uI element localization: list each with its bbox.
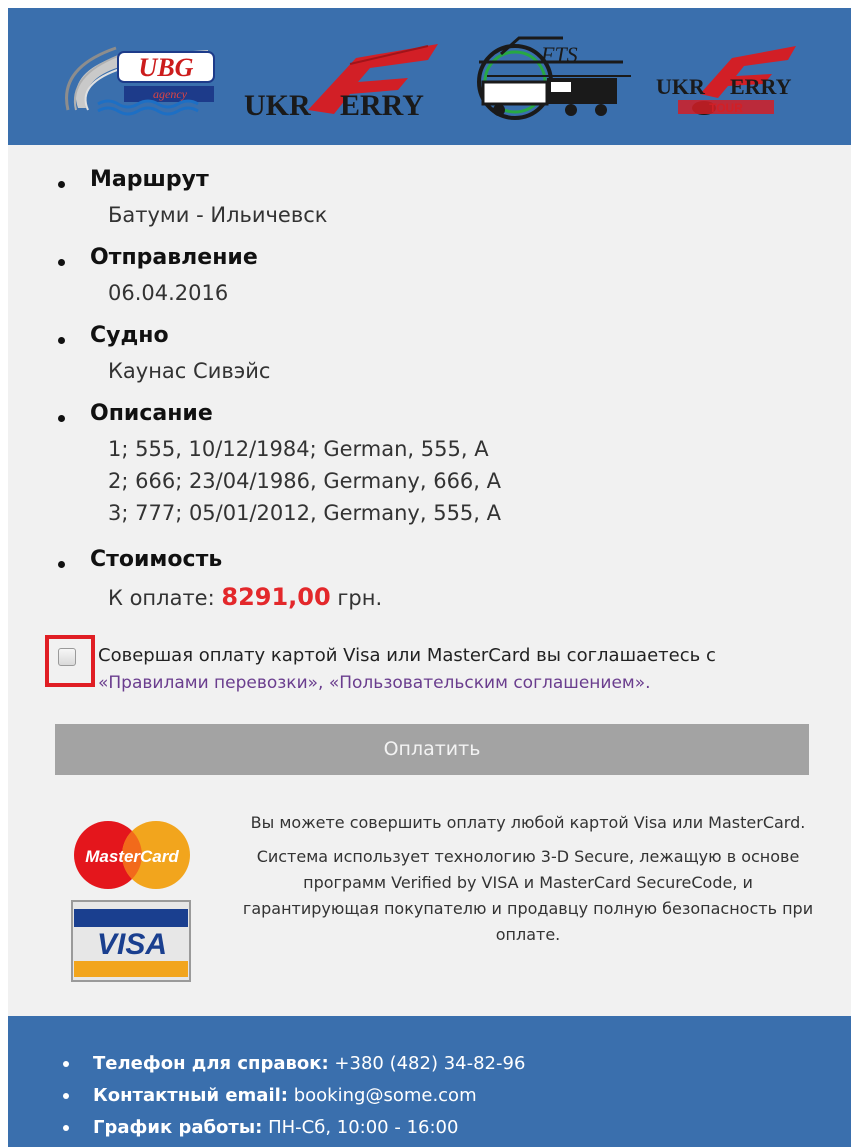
ukrferry-text: UKR (244, 89, 311, 120)
route-title: Маршрут (90, 167, 209, 192)
bullet (58, 259, 65, 266)
phone-value[interactable]: +380 (482) 34-82-96 (334, 1053, 525, 1074)
ukrferry-tour-logo[interactable]: UKR ERRY TOUR (648, 36, 808, 118)
card-logos: MasterCard VISA (68, 815, 198, 985)
description-line-2: 2; 666; 23/04/1986, Germany, 666, A (108, 469, 502, 493)
fts-text: FTS (540, 42, 578, 67)
mastercard-icon: MasterCard (74, 821, 190, 889)
phone-label: Телефон для справок: (93, 1053, 329, 1074)
departure-title: Отправление (90, 245, 258, 270)
svg-text:ERRY: ERRY (730, 74, 792, 99)
vessel-title: Судно (90, 323, 169, 348)
ubg-text: UBG (139, 53, 194, 82)
cost-line: К оплате: 8291,00 грн. (108, 581, 382, 614)
cost-label: К оплате: (108, 586, 215, 610)
ubg-agency-logo[interactable]: UBG agency (58, 38, 223, 118)
fts-logo[interactable]: FTS (473, 32, 633, 124)
bullet (58, 337, 65, 344)
vessel-value: Каунас Сивэйс (108, 359, 271, 383)
visa-icon: VISA (71, 900, 191, 982)
contact-hours: График работы: ПН-Сб, 10:00 - 16:00 (63, 1112, 525, 1144)
pay-button[interactable]: Оплатить (55, 724, 809, 775)
info-paragraph-2: Система использует технологию 3-D Secure… (242, 847, 814, 944)
bullet (58, 181, 65, 188)
ukrferry-logo[interactable]: UKR ERRY (238, 38, 453, 120)
departure-value: 06.04.2016 (108, 281, 229, 305)
booking-panel: UBG agency UKR ERRY FTS UKR ERRY TOUR Ма… (8, 8, 851, 1147)
booking-details: Маршрут Батуми - Ильичевск Отправление 0… (8, 145, 851, 1025)
contact-list: Телефон для справок: +380 (482) 34-82-96… (63, 1048, 525, 1144)
contact-phone: Телефон для справок: +380 (482) 34-82-96 (63, 1048, 525, 1080)
hours-value: ПН-Сб, 10:00 - 16:00 (268, 1117, 459, 1138)
bullet (58, 415, 65, 422)
price-amount: 8291,00 (221, 583, 331, 611)
email-label: Контактный email: (93, 1085, 288, 1106)
payment-info: Вы можете совершить оплату любой картой … (236, 810, 820, 956)
terms-link[interactable]: «Пользовательским соглашением» (329, 673, 645, 693)
route-value: Батуми - Ильичевск (108, 203, 328, 227)
info-paragraph-1: Вы можете совершить оплату любой картой … (250, 813, 806, 832)
header-banner: UBG agency UKR ERRY FTS UKR ERRY TOUR (8, 8, 851, 145)
contact-email: Контактный email: booking@some.com (63, 1080, 525, 1112)
agreement-checkbox[interactable] (58, 648, 76, 666)
bullet (58, 561, 65, 568)
description-line-3: 3; 777; 05/01/2012, Germany, 555, A (108, 501, 502, 525)
page: UBG agency UKR ERRY FTS UKR ERRY TOUR Ма… (0, 0, 851, 1147)
visa-text: VISA (97, 928, 167, 961)
agreement-links: «Правилами перевозки», «Пользовательским… (98, 673, 651, 693)
hours-label: График работы: (93, 1117, 263, 1138)
links-separator: , (318, 673, 324, 693)
agreement-text: Совершая оплату картой Visa или MasterCa… (98, 645, 716, 666)
tour-text: TOUR (709, 101, 743, 115)
svg-text:ERRY: ERRY (340, 89, 424, 120)
rules-link[interactable]: «Правилами перевозки» (98, 673, 318, 693)
description-line-1: 1; 555, 10/12/1984; German, 555, A (108, 437, 489, 461)
cost-title: Стоимость (90, 547, 223, 572)
footer: Телефон для справок: +380 (482) 34-82-96… (8, 1016, 851, 1147)
agency-text: agency (153, 87, 188, 101)
email-value[interactable]: booking@some.com (294, 1085, 477, 1106)
description-title: Описание (90, 401, 213, 426)
svg-text:UKR: UKR (656, 74, 706, 99)
currency: грн. (337, 586, 383, 610)
links-end: . (645, 673, 651, 693)
mastercard-text: MasterCard (85, 847, 179, 866)
